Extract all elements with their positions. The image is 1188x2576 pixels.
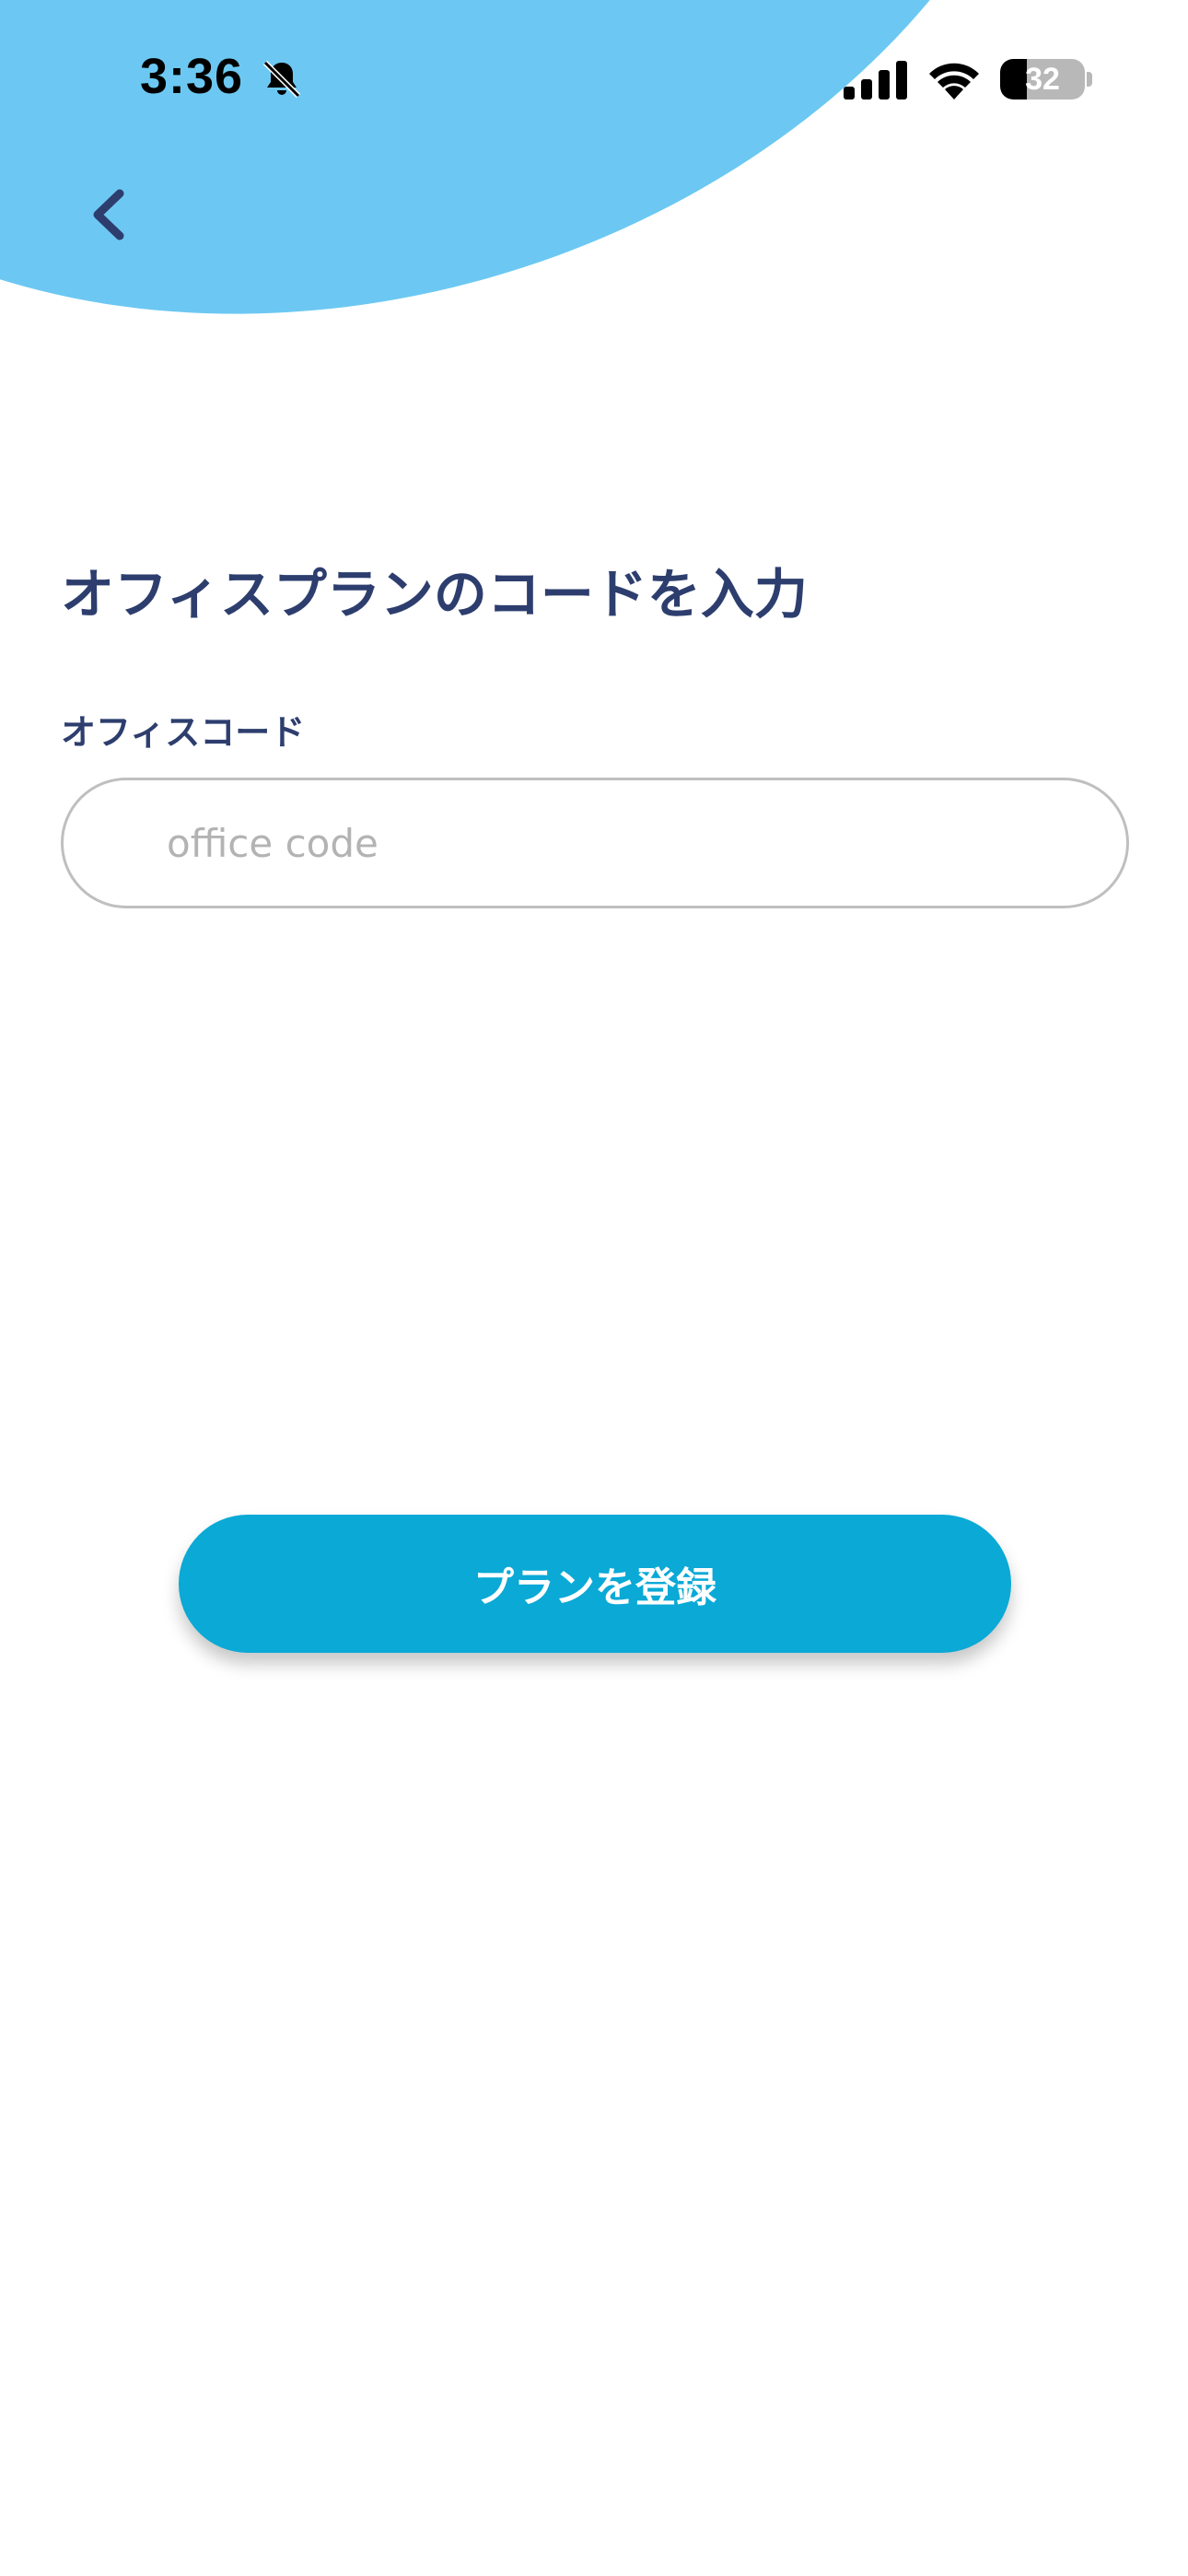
cellular-signal-icon xyxy=(844,61,907,100)
battery-cap xyxy=(1087,72,1092,87)
battery-percentage: 32 xyxy=(1025,62,1060,97)
bell-slash-icon xyxy=(262,60,301,99)
register-plan-button[interactable]: プランを登録 xyxy=(179,1515,1011,1653)
battery-icon: 32 xyxy=(1000,59,1085,100)
back-button[interactable] xyxy=(72,173,146,256)
office-code-input[interactable] xyxy=(61,778,1129,908)
office-code-label: オフィスコード xyxy=(61,712,306,753)
page-title: オフィスプランのコードを入力 xyxy=(61,563,808,626)
wifi-icon xyxy=(929,63,979,100)
chevron-left-icon xyxy=(93,189,124,240)
status-bar: 3:36 32 xyxy=(0,0,1188,157)
status-time: 3:36 xyxy=(140,49,244,104)
